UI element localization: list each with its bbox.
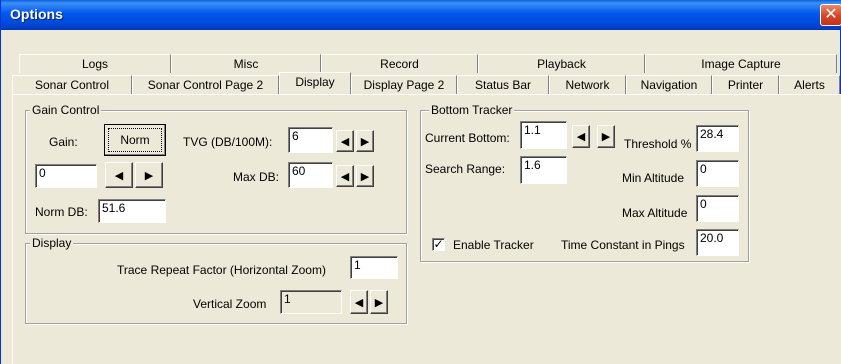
- max-altitude-field[interactable]: 0: [696, 195, 739, 222]
- vertical-zoom-field: 1: [280, 290, 342, 314]
- title-bar[interactable]: Options ✕: [1, 0, 841, 30]
- norm-button-label: Norm: [108, 128, 162, 152]
- current-bottom-increase-button[interactable]: ▶: [597, 125, 615, 148]
- enable-tracker-label[interactable]: Enable Tracker: [453, 238, 534, 252]
- tab-display-page-2[interactable]: Display Page 2: [351, 75, 457, 94]
- tab-logs[interactable]: Logs: [19, 54, 171, 73]
- vertical-zoom-label: Vertical Zoom: [193, 297, 267, 311]
- time-constant-field[interactable]: 20.0: [696, 229, 739, 256]
- max-altitude-label: Max Altitude: [622, 206, 688, 220]
- tab-row-1: Logs Misc Record Playback Image Capture: [19, 54, 837, 73]
- tab-label: Sonar Control Page 2: [147, 78, 264, 92]
- arrow-left-icon: ◀: [114, 170, 124, 182]
- tab-playback[interactable]: Playback: [478, 54, 645, 73]
- trace-repeat-field[interactable]: 1: [350, 256, 398, 279]
- threshold-field[interactable]: 28.4: [696, 125, 739, 152]
- arrow-right-icon: ▶: [601, 131, 611, 143]
- gain-increase-button[interactable]: ▶: [135, 162, 163, 188]
- trace-repeat-label: Trace Repeat Factor (Horizontal Zoom): [117, 263, 326, 277]
- arrow-left-icon: ◀: [340, 171, 350, 183]
- group-title: Display: [30, 236, 74, 250]
- tab-label: Alerts: [794, 78, 825, 92]
- tab-record[interactable]: Record: [321, 54, 478, 73]
- tab-label: Playback: [537, 57, 586, 71]
- arrow-right-icon: ▶: [360, 171, 370, 183]
- min-altitude-field[interactable]: 0: [696, 160, 739, 187]
- tab-label: Image Capture: [701, 57, 781, 71]
- tab-display[interactable]: Display: [279, 72, 351, 94]
- arrow-right-icon: ▶: [360, 136, 370, 148]
- options-window: Options ✕ Logs Misc Record Playback Imag…: [0, 0, 841, 364]
- arrow-right-icon: ▶: [374, 297, 384, 309]
- tab-printer[interactable]: Printer: [712, 75, 779, 94]
- arrow-right-icon: ▶: [144, 170, 154, 182]
- tab-label: Logs: [81, 57, 109, 71]
- min-altitude-label: Min Altitude: [622, 171, 685, 185]
- close-icon: ✕: [824, 6, 838, 23]
- tab-alerts[interactable]: Alerts: [779, 75, 840, 94]
- max-db-field[interactable]: 60: [288, 162, 333, 188]
- tab-label: Status Bar: [474, 78, 532, 92]
- tab-label: Printer: [727, 78, 764, 92]
- search-range-label: Search Range:: [425, 162, 506, 176]
- tvg-decrease-button[interactable]: ◀: [336, 130, 354, 152]
- tab-label: Sonar Control: [34, 78, 110, 92]
- close-button[interactable]: ✕: [820, 4, 841, 26]
- window-title: Options: [10, 6, 63, 22]
- time-constant-label: Time Constant in Pings: [561, 238, 685, 252]
- tab-label: Misc: [233, 57, 259, 71]
- tab-label: Navigation: [640, 78, 698, 92]
- norm-button[interactable]: Norm: [104, 124, 166, 156]
- tab-navigation[interactable]: Navigation: [626, 75, 712, 94]
- max-db-increase-button[interactable]: ▶: [356, 165, 374, 187]
- tab-status-bar[interactable]: Status Bar: [457, 75, 549, 94]
- tvg-field[interactable]: 6: [288, 127, 333, 153]
- tab-label: Display: [295, 75, 335, 89]
- tab-label: Network: [565, 78, 610, 92]
- group-title: Gain Control: [30, 103, 102, 117]
- norm-db-field[interactable]: 51.6: [98, 199, 166, 223]
- group-title: Bottom Tracker: [429, 103, 515, 117]
- tab-network[interactable]: Network: [549, 75, 626, 94]
- gain-value-field[interactable]: 0: [35, 164, 97, 188]
- threshold-label: Threshold %: [624, 137, 692, 151]
- arrow-left-icon: ◀: [340, 136, 350, 148]
- checkmark-icon: ✓: [433, 237, 444, 251]
- search-range-field[interactable]: 1.6: [520, 156, 567, 184]
- tab-sonar-control[interactable]: Sonar Control: [12, 75, 132, 94]
- enable-tracker-checkbox[interactable]: ✓: [432, 238, 445, 251]
- norm-db-label: Norm DB:: [35, 205, 88, 219]
- gain-decrease-button[interactable]: ◀: [105, 162, 133, 188]
- vertical-zoom-increase-button[interactable]: ▶: [370, 290, 388, 314]
- current-bottom-label: Current Bottom:: [425, 131, 510, 145]
- tab-misc[interactable]: Misc: [171, 54, 321, 73]
- tab-label: Record: [380, 57, 419, 71]
- max-db-label: Max DB:: [233, 170, 280, 184]
- max-db-decrease-button[interactable]: ◀: [336, 165, 354, 187]
- arrow-left-icon: ◀: [576, 131, 586, 143]
- tab-row-2: Sonar Control Sonar Control Page 2 Displ…: [12, 72, 840, 94]
- vertical-zoom-decrease-button[interactable]: ◀: [350, 290, 368, 314]
- tab-label: Display Page 2: [363, 78, 445, 92]
- gain-label: Gain:: [49, 135, 78, 149]
- tvg-increase-button[interactable]: ▶: [356, 130, 374, 152]
- current-bottom-field[interactable]: 1.1: [520, 121, 567, 149]
- current-bottom-decrease-button[interactable]: ◀: [572, 125, 590, 148]
- tab-sonar-control-page-2[interactable]: Sonar Control Page 2: [132, 75, 279, 94]
- arrow-left-icon: ◀: [354, 297, 364, 309]
- tvg-label: TVG (DB/100M):: [183, 135, 273, 149]
- tab-image-capture[interactable]: Image Capture: [645, 54, 837, 73]
